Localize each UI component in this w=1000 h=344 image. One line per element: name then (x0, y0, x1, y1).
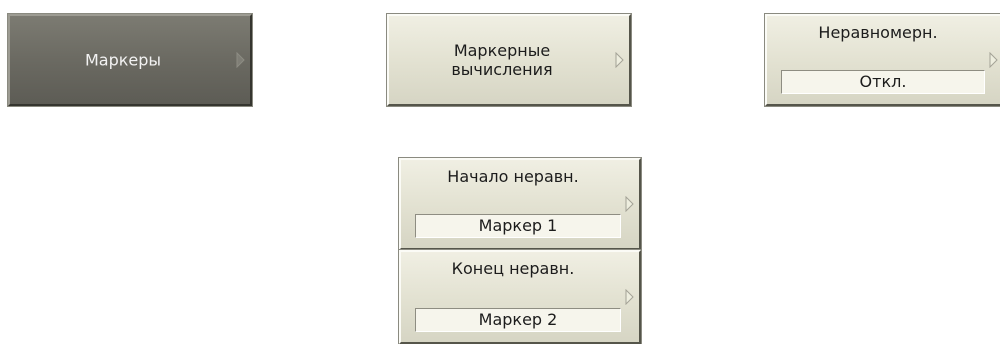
flatness-value-field: Откл. (781, 70, 985, 94)
flatness-stop-softkey-label: Конец неравн. (451, 259, 575, 278)
chevron-right-icon (615, 52, 624, 68)
marker-calc-softkey-label: Маркерные вычисления (389, 41, 615, 79)
flatness-stop-value-field: Маркер 2 (415, 308, 621, 332)
flatness-softkey[interactable]: Неравномерн. Откл. (764, 13, 1000, 107)
flatness-stop-softkey[interactable]: Конец неравн. Маркер 2 (398, 249, 642, 344)
marker-calc-line1: Маркерные (453, 41, 551, 60)
chevron-right-icon (989, 52, 998, 68)
markers-softkey[interactable]: Маркеры (7, 13, 253, 107)
chevron-right-icon (625, 196, 634, 212)
flatness-start-value-field: Маркер 1 (415, 214, 621, 238)
flatness-softkey-label: Неравномерн. (818, 23, 938, 42)
chevron-right-icon (236, 52, 245, 68)
flatness-start-softkey[interactable]: Начало неравн. Маркер 1 (398, 157, 642, 251)
chevron-right-icon (625, 289, 634, 305)
flatness-start-softkey-label: Начало неравн. (447, 167, 579, 186)
markers-softkey-label: Маркеры (84, 50, 162, 70)
marker-calc-softkey[interactable]: Маркерные вычисления (386, 13, 632, 107)
marker-calc-line2: вычисления (451, 60, 553, 79)
